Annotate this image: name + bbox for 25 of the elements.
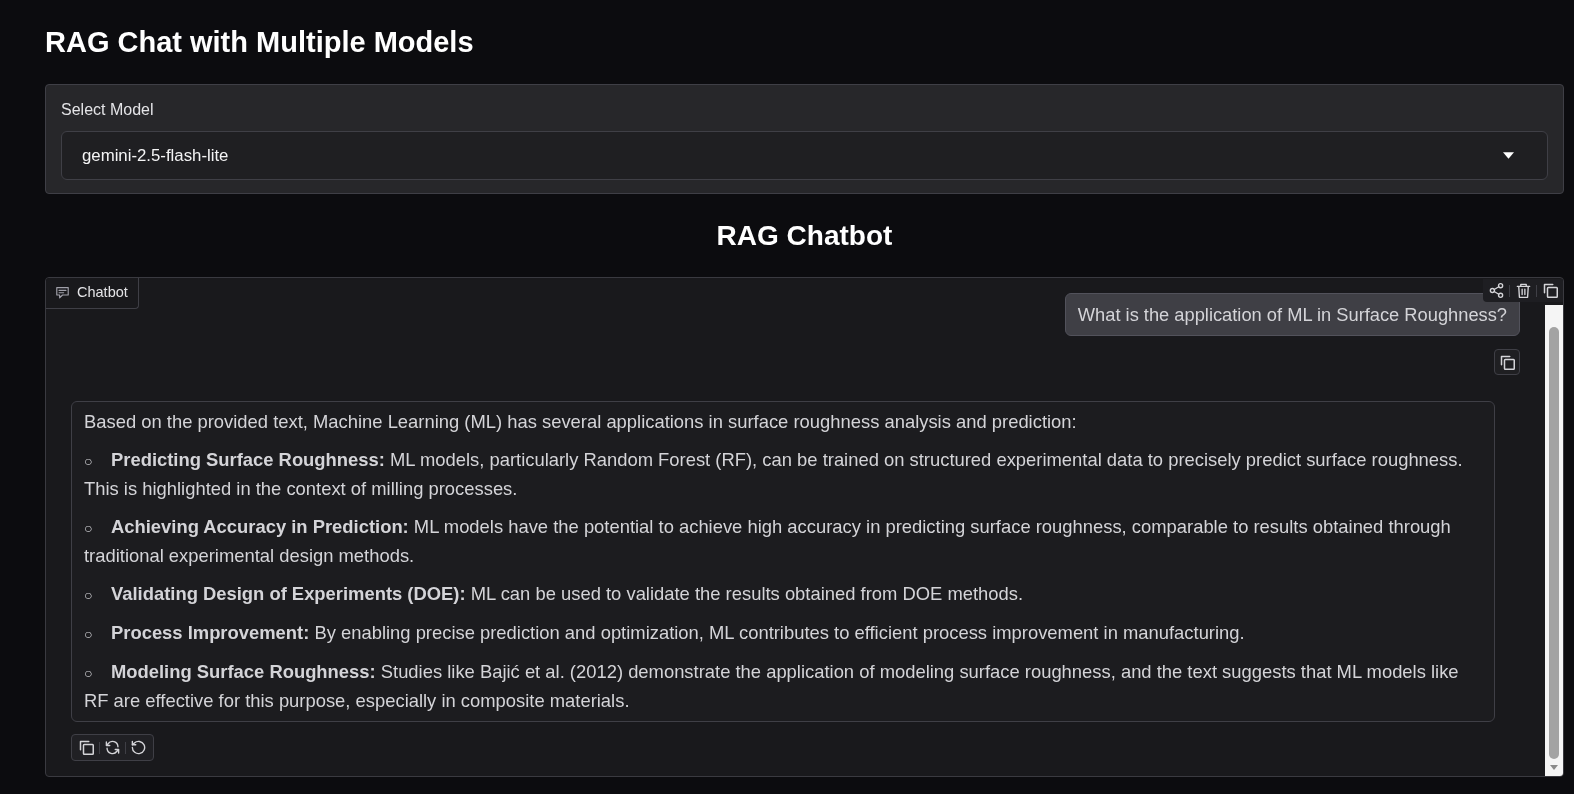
copy-button[interactable] — [1494, 349, 1520, 375]
undo-icon — [131, 740, 146, 755]
field-label: Select Model — [61, 100, 154, 120]
caret-down-icon — [1503, 152, 1514, 159]
scrollbar[interactable] — [1545, 305, 1563, 776]
share-icon — [1488, 283, 1504, 298]
copy-icon — [79, 740, 94, 755]
list-item-text: ○ Achieving Accuracy in Prediction: ML models have the potential to achieve high accuracy in predicting surface roughness, comparable to results obtained through traditional experimental design methods. — [84, 515, 1452, 568]
section-title: RAG Chatbot — [716, 219, 893, 253]
scrollbar-thumb[interactable] — [1549, 327, 1559, 759]
user-message: What is the application of ML in Surface Roughness? — [1064, 293, 1520, 336]
refresh-icon — [105, 740, 120, 755]
list-item-text: ○ Modeling Surface Roughness: Studies like Bajić et al. (2012) demonstrate the application of modeling surface roughness, and the text suggests that ML models like RF are effective for this purpose, especially in composite materials. — [84, 660, 1460, 713]
copy-icon — [1542, 283, 1558, 298]
message-text: Based on the provided text, Machine Learning (ML) has several applications in surface roughness analysis and prediction: — [84, 410, 1078, 434]
chat-icon — [56, 287, 69, 299]
trash-icon — [1515, 283, 1531, 298]
copy-icon — [1499, 354, 1515, 370]
model-dropdown[interactable]: gemini-2.5-flash-lite — [61, 131, 1548, 180]
chatbot-label: Chatbot — [77, 283, 128, 303]
scroll-down-icon[interactable] — [1550, 765, 1558, 770]
list-item-text: ○ Predicting Surface Roughness: ML models, particularly Random Forest (RF), can be trained on structured experimental data to precisely predict surface roughness. This is highlighted in the context of milling processes. — [84, 448, 1464, 501]
list-item-text: ○ Validating Design of Experiments (DOE): ML can be used to validate the results obtained from DOE methods. — [84, 582, 1025, 606]
page-title: RAG Chat with Multiple Models — [45, 25, 474, 60]
list-item-text: ○ Process Improvement: By enabling precise prediction and optimization, ML contributes to efficient process improvement in manufacturing. — [84, 621, 1246, 645]
